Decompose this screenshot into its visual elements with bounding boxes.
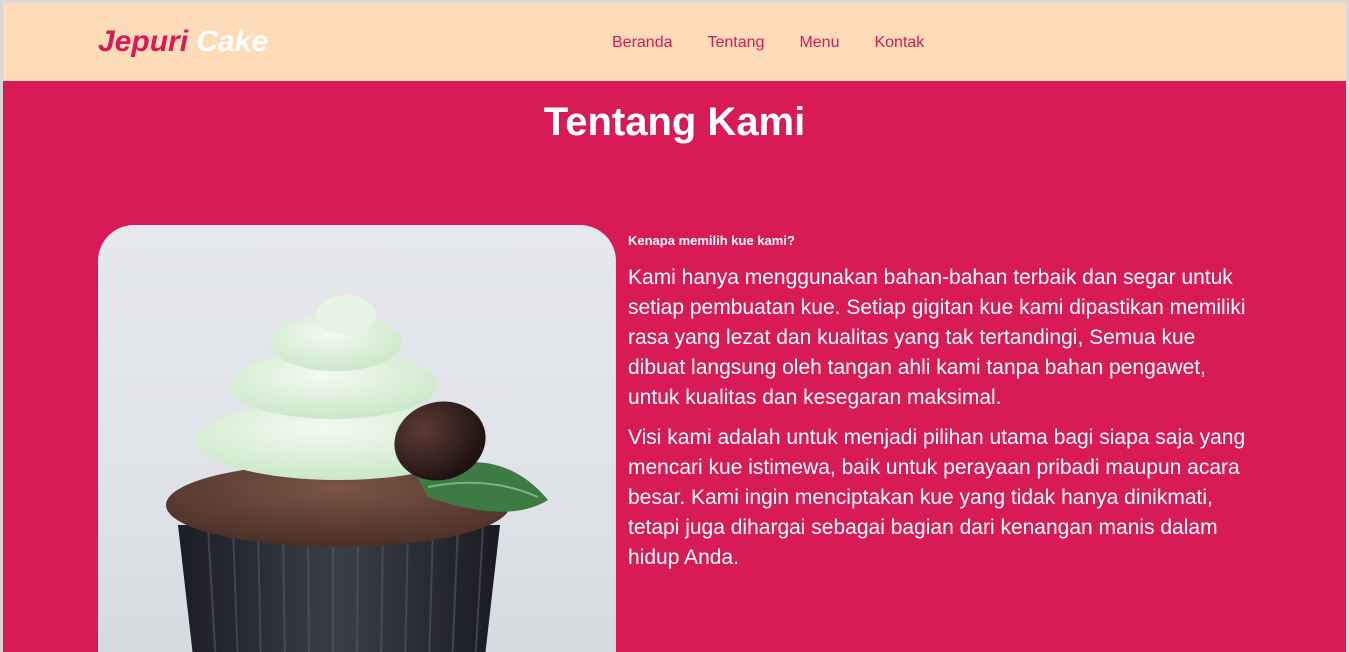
nav-link-menu[interactable]: Menu [799, 34, 839, 52]
nav-link-kontak[interactable]: Kontak [874, 34, 924, 52]
about-text: Kenapa memilih kue kami? Kami hanya meng… [628, 233, 1248, 583]
navbar: Jepuri Cake Beranda Tentang Menu Kontak [3, 3, 1346, 81]
section-title: Tentang Kami [543, 100, 806, 144]
brand-part-1: Jepuri [98, 25, 189, 58]
nav-link-tentang[interactable]: Tentang [708, 34, 765, 52]
brand-part-2: Cake [196, 25, 269, 58]
about-paragraph-2: Visi kami adalah untuk menjadi pilihan u… [628, 426, 1246, 569]
about-question: Kenapa memilih kue kami? [628, 233, 795, 248]
cupcake-image [98, 225, 616, 652]
page-frame: Jepuri Cake Beranda Tentang Menu Kontak … [3, 3, 1346, 652]
about-paragraph-1: Kami hanya menggunakan bahan-bahan terba… [628, 266, 1246, 409]
nav-link-beranda[interactable]: Beranda [612, 34, 673, 52]
brand-logo[interactable]: Jepuri Cake [98, 25, 268, 59]
main-nav: Beranda Tentang Menu Kontak [612, 34, 959, 52]
